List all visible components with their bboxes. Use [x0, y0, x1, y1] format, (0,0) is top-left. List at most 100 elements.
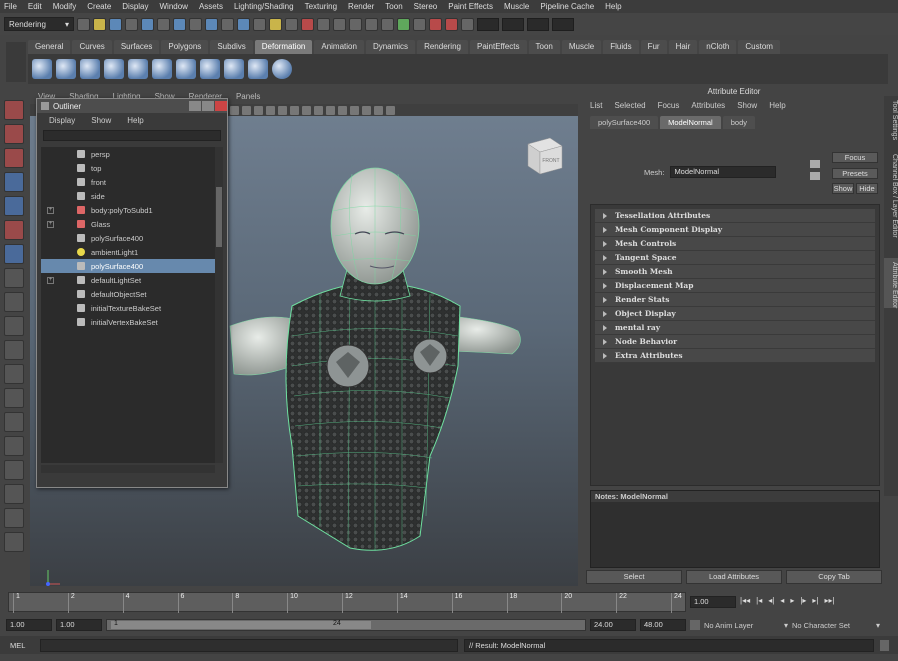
menu-item[interactable]: Toon	[385, 2, 402, 11]
snap-point-icon[interactable]	[349, 17, 362, 31]
expand-icon[interactable]: +	[47, 276, 54, 284]
select-dynamics-icon[interactable]	[253, 17, 266, 31]
outliner-item[interactable]: top	[41, 161, 215, 175]
hypershade-layout-icon[interactable]	[4, 436, 24, 456]
outliner-filter-input[interactable]	[43, 130, 221, 141]
script-editor-icon[interactable]	[4, 532, 24, 552]
ipr-render-icon[interactable]	[445, 17, 458, 31]
shelf-tab[interactable]: Polygons	[161, 40, 209, 54]
outliner-item[interactable]: + Glass	[41, 217, 215, 231]
tab-modelnormal[interactable]: ModelNormal	[660, 116, 721, 129]
select-surfaces-icon[interactable]	[221, 17, 234, 31]
menu-item[interactable]: File	[4, 2, 17, 11]
sine-icon[interactable]	[128, 59, 148, 79]
expand-arrow-icon[interactable]	[603, 240, 607, 247]
menu-item[interactable]: Create	[87, 2, 111, 11]
go-to-output-icon[interactable]	[810, 172, 820, 180]
step-back-key-icon[interactable]: ◂|	[768, 596, 774, 608]
select-by-component-icon[interactable]	[157, 17, 170, 31]
anim-layer-chevron-icon[interactable]: ▾	[784, 621, 788, 630]
attribute-section[interactable]: Object Display	[595, 307, 875, 321]
cluster-icon[interactable]	[56, 59, 76, 79]
menu-item[interactable]: Stereo	[414, 2, 438, 11]
menu-item[interactable]: Display	[122, 2, 148, 11]
single-perspective-layout-icon[interactable]	[4, 340, 24, 360]
outliner-item[interactable]: side	[41, 189, 215, 203]
select-rendering-icon[interactable]	[269, 17, 282, 31]
snap-view-plane-icon[interactable]	[365, 17, 378, 31]
input-field-x[interactable]	[502, 17, 524, 31]
panel-tool-icon[interactable]	[326, 105, 335, 115]
expand-icon[interactable]: +	[47, 206, 54, 214]
shelf-menu-icon[interactable]	[6, 42, 26, 82]
menu-item[interactable]: Pipeline Cache	[540, 2, 594, 11]
show-button[interactable]: Show	[832, 183, 854, 194]
sculpt-icon[interactable]	[272, 59, 292, 79]
menu-item[interactable]: Edit	[28, 2, 42, 11]
step-forward-key-icon[interactable]: |▸	[800, 596, 806, 608]
select-by-object-icon[interactable]	[141, 17, 154, 31]
persp-graph-layout-icon[interactable]	[4, 412, 24, 432]
lasso-tool-icon[interactable]	[4, 124, 24, 144]
shelf-tab[interactable]: Animation	[314, 40, 364, 54]
minimize-icon[interactable]	[189, 101, 201, 111]
menu-item[interactable]: Assets	[199, 2, 223, 11]
universal-manipulator-icon[interactable]	[4, 244, 24, 264]
menu-item[interactable]: Help	[605, 2, 621, 11]
attribute-section[interactable]: Displacement Map	[595, 279, 875, 293]
shelf-tab[interactable]: Subdivs	[210, 40, 253, 54]
panel-tool-icon[interactable]	[338, 105, 347, 115]
attribute-section[interactable]: Tessellation Attributes	[595, 209, 875, 223]
make-live-icon[interactable]	[381, 17, 394, 31]
outliner-item[interactable]: initialTextureBakeSet	[41, 301, 215, 315]
outliner-menu-display[interactable]: Display	[49, 116, 75, 125]
select-joints-icon[interactable]	[189, 17, 202, 31]
shelf-tab[interactable]: Curves	[72, 40, 112, 54]
wire-icon[interactable]	[248, 59, 268, 79]
outliner-item[interactable]: ambientLight1	[41, 245, 215, 259]
character-set-chevron-icon[interactable]: ▾	[876, 621, 880, 630]
menu-item[interactable]: Texturing	[305, 2, 337, 11]
current-frame-field[interactable]: 1.00	[690, 596, 736, 608]
attribute-section[interactable]: Mesh Controls	[595, 237, 875, 251]
view-cube[interactable]: FRONT	[520, 134, 566, 178]
outliner-item[interactable]: persp	[41, 147, 215, 161]
open-scene-icon[interactable]	[93, 17, 106, 31]
start-time-field[interactable]: 1.00	[6, 619, 52, 631]
menu-item[interactable]: Lighting/Shading	[234, 2, 294, 11]
close-icon[interactable]	[215, 101, 227, 111]
shelf-tab[interactable]: PaintEffects	[469, 40, 527, 54]
outliner-menu-help[interactable]: Help	[127, 116, 143, 125]
expand-arrow-icon[interactable]	[603, 268, 607, 275]
ae-menu-list[interactable]: List	[590, 101, 602, 110]
expand-arrow-icon[interactable]	[603, 226, 607, 233]
range-slider-thumb[interactable]: 1 24	[111, 620, 371, 629]
scale-tool-icon[interactable]	[4, 220, 24, 240]
attribute-section[interactable]: Smooth Mesh	[595, 265, 875, 279]
outliner-item[interactable]: polySurface400	[41, 259, 215, 273]
play-forwards-icon[interactable]: ▸	[790, 596, 794, 608]
panel-tool-icon[interactable]	[350, 105, 359, 115]
attribute-section[interactable]: mental ray	[595, 321, 875, 335]
presets-button[interactable]: Presets	[832, 168, 878, 179]
attribute-section[interactable]: Mesh Component Display	[595, 223, 875, 237]
outliner-menu-show[interactable]: Show	[91, 116, 111, 125]
hide-button[interactable]: Hide	[856, 183, 878, 194]
anim-layer-dropdown[interactable]: No Anim Layer	[704, 621, 780, 630]
tab-polysurface400[interactable]: polySurface400	[590, 116, 659, 129]
script-editor-button-icon[interactable]	[880, 639, 889, 651]
panel-menu-item[interactable]: Panels	[236, 92, 260, 104]
lattice-icon[interactable]	[32, 59, 52, 79]
ae-menu-help[interactable]: Help	[769, 101, 785, 110]
panel-tool-icon[interactable]	[386, 105, 395, 115]
render-settings-icon[interactable]	[461, 17, 474, 31]
go-to-end-icon[interactable]: ▸▸|	[825, 596, 835, 608]
outliner-item[interactable]: defaultObjectSet	[41, 287, 215, 301]
ae-menu-selected[interactable]: Selected	[614, 101, 645, 110]
playback-end-field[interactable]: 24.00	[590, 619, 636, 631]
character-set-dropdown[interactable]: No Character Set	[792, 621, 872, 630]
outliner-item[interactable]: + defaultLightSet	[41, 273, 215, 287]
outliner-item[interactable]: + body:polyToSubd1	[41, 203, 215, 217]
persp-dope-sheet-layout-icon[interactable]	[4, 484, 24, 504]
ae-menu-attributes[interactable]: Attributes	[691, 101, 725, 110]
